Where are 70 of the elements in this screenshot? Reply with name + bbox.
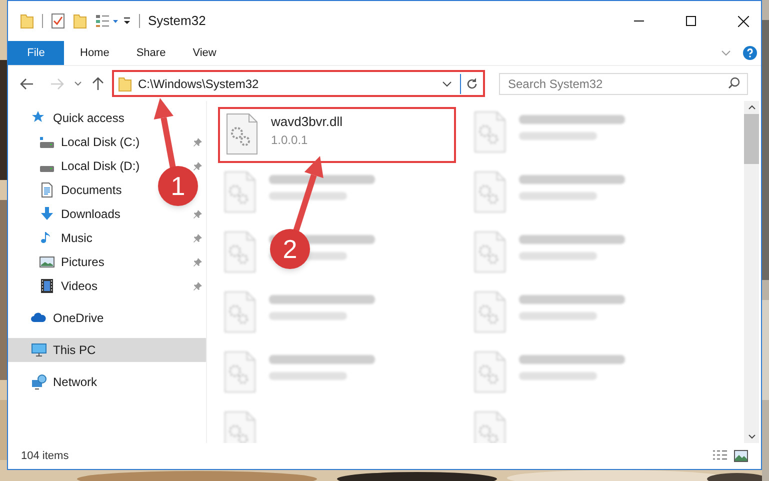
nav-label: Local Disk (D:) — [61, 158, 140, 175]
film-icon — [39, 278, 55, 294]
view-list-icon[interactable] — [95, 14, 119, 28]
file-detail: 1.0.0.1 — [271, 132, 309, 149]
folder-icon — [118, 76, 132, 92]
up-icon[interactable] — [92, 76, 104, 90]
dropdown-icon[interactable] — [123, 16, 131, 26]
recent-locations-icon[interactable] — [74, 80, 82, 86]
nav-label: Videos — [61, 278, 98, 295]
nav-label: Pictures — [61, 254, 104, 271]
nav-label: Network — [53, 374, 98, 391]
search-icon[interactable] — [728, 76, 740, 88]
new-folder-icon[interactable] — [73, 13, 87, 29]
scroll-down-icon[interactable] — [748, 434, 756, 439]
details-view-icon[interactable] — [712, 450, 728, 462]
nav-item[interactable]: Downloads — [39, 205, 120, 223]
ribbon-tab[interactable]: Share — [136, 44, 166, 62]
address-path: C:\Windows\System32 — [138, 76, 259, 92]
nav-item[interactable]: This PC — [8, 338, 206, 362]
nav-item[interactable]: OneDrive — [31, 309, 104, 327]
nav-label: OneDrive — [53, 310, 104, 327]
properties-icon[interactable] — [51, 13, 65, 29]
ribbon-tab[interactable]: View — [192, 44, 216, 62]
scroll-up-icon[interactable] — [748, 105, 756, 110]
file-name: wavd3bvr.dll — [271, 113, 343, 131]
nav-item[interactable]: Music — [39, 229, 92, 247]
file-gear-icon[interactable] — [226, 113, 258, 155]
nav-item[interactable]: Documents — [39, 181, 122, 199]
maximize-icon[interactable] — [686, 16, 696, 26]
nav-item[interactable]: Pictures — [39, 253, 104, 271]
back-icon[interactable] — [20, 78, 34, 90]
nav-label: Music — [61, 230, 92, 247]
nav-item[interactable]: Local Disk (D:) — [39, 157, 140, 175]
large-icons-view-icon[interactable] — [734, 450, 748, 462]
nav-label: Documents — [61, 182, 122, 199]
drive-icon — [39, 136, 55, 148]
document-icon — [39, 182, 55, 198]
pin-icon[interactable] — [193, 282, 202, 290]
pin-icon[interactable] — [193, 162, 202, 170]
nav-item[interactable]: Network — [31, 373, 98, 391]
scroll-thumb[interactable] — [744, 114, 759, 164]
pin-icon[interactable] — [193, 138, 202, 146]
nav-item[interactable]: Quick access — [31, 109, 124, 127]
pin-icon[interactable] — [193, 234, 202, 242]
monitor-icon — [31, 342, 47, 358]
picture-icon — [39, 254, 55, 270]
pin-icon[interactable] — [193, 210, 202, 218]
network-icon — [31, 374, 47, 390]
ribbon-tab[interactable]: Home — [80, 44, 110, 62]
nav-label: This PC — [53, 342, 96, 359]
window-title: System32 — [148, 12, 206, 30]
item-count: 104 items — [21, 448, 69, 464]
address-bar[interactable]: C:\Windows\System32 — [112, 70, 485, 97]
nav-item[interactable]: Local Disk (C:) — [39, 133, 140, 151]
forward-icon[interactable] — [50, 78, 64, 90]
pin-icon[interactable] — [193, 258, 202, 266]
nav-label: Local Disk (C:) — [61, 134, 140, 151]
folder-icon[interactable] — [20, 13, 34, 29]
download-icon — [39, 206, 55, 222]
file-menu-button[interactable]: File — [8, 41, 64, 65]
scrollbar[interactable] — [744, 101, 759, 443]
close-icon[interactable] — [738, 16, 749, 26]
chevron-down-icon[interactable] — [442, 80, 452, 86]
refresh-icon[interactable] — [466, 78, 478, 90]
file-item[interactable]: wavd3bvr.dll 1.0.0.1 — [218, 107, 456, 163]
help-icon[interactable] — [743, 46, 757, 60]
nav-label: Downloads — [61, 206, 120, 223]
nav-label: Quick access — [53, 110, 124, 127]
nav-item[interactable]: Videos — [39, 277, 98, 295]
search-field[interactable]: Search System32 — [499, 72, 748, 94]
